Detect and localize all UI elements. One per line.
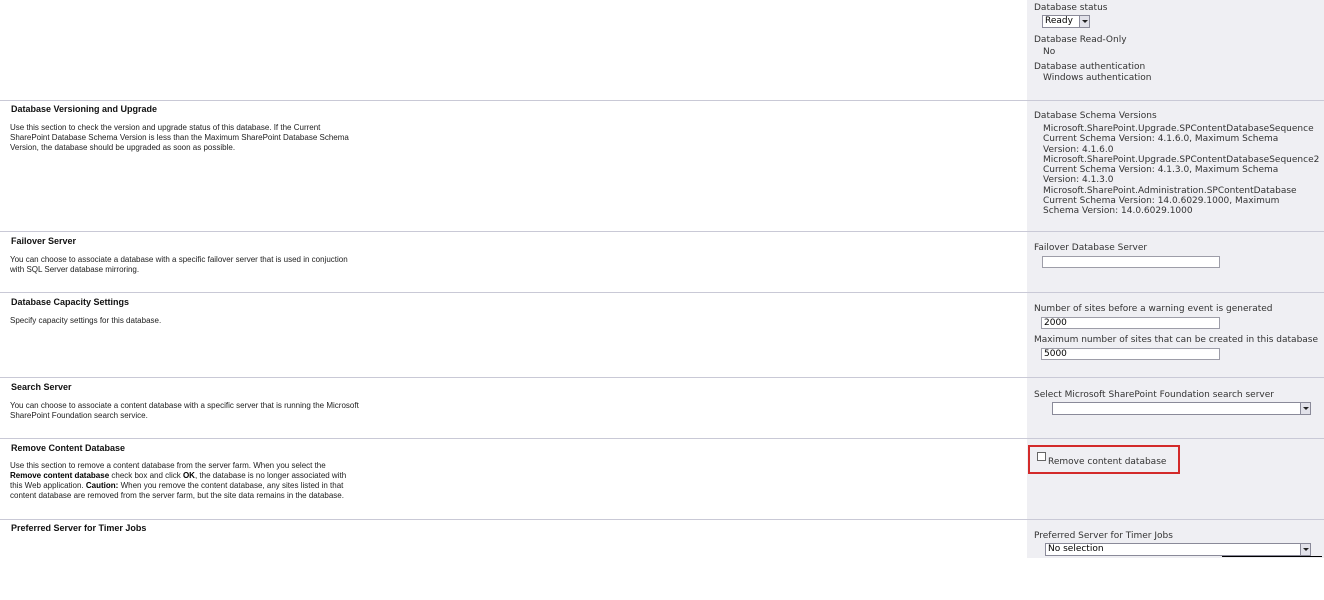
warning-sites-input[interactable]: 2000	[1041, 317, 1220, 329]
capacity-section-title: Database Capacity Settings	[11, 297, 130, 307]
remove-section-title: Remove Content Database	[11, 443, 126, 453]
timer-section-title: Preferred Server for Timer Jobs	[11, 523, 147, 533]
description-line: You can choose to associate a content da…	[10, 401, 359, 410]
description-line: Remove content database check box and cl…	[10, 471, 346, 481]
failover-server-label: Failover Database Server	[1034, 243, 1148, 253]
max-sites-label: Maximum number of sites that can be crea…	[1034, 335, 1319, 345]
timer-server-value: No selection	[1048, 544, 1104, 554]
database-status-value: Ready	[1045, 16, 1073, 26]
settings-right-column	[1027, 0, 1324, 558]
database-auth-value: Windows authentication	[1043, 73, 1152, 83]
remove-content-database-checkbox[interactable]	[1037, 452, 1046, 461]
schema-line: Version: 4.1.3.0	[1043, 175, 1114, 186]
chevron-down-icon	[1300, 544, 1310, 555]
schema-line: Version: 4.1.6.0	[1043, 144, 1114, 155]
search-server-label: Select Microsoft SharePoint Foundation s…	[1034, 390, 1274, 400]
bold-term: OK	[182, 471, 195, 480]
description-line: Use this section to remove a content dat…	[10, 461, 326, 470]
search-server-select[interactable]	[1052, 402, 1311, 415]
section-divider	[0, 231, 1324, 232]
schema-line: Microsoft.SharePoint.Administration.SPCo…	[1043, 185, 1297, 196]
caution-label: Caution:	[85, 481, 119, 490]
section-divider	[0, 292, 1324, 293]
description-text: , the database is no longer associated w…	[194, 471, 347, 480]
bold-term: Remove content database	[10, 471, 110, 480]
schema-line: Microsoft.SharePoint.Upgrade.SPContentDa…	[1043, 154, 1320, 165]
max-sites-input[interactable]: 5000	[1041, 348, 1220, 360]
description-line: You can choose to associate a database w…	[10, 255, 348, 264]
description-line: SharePoint Foundation search service.	[10, 411, 148, 420]
database-status-label: Database status	[1034, 3, 1108, 13]
remove-section-description: Use this section to remove a content dat…	[10, 461, 346, 501]
search-section-title: Search Server	[11, 382, 72, 392]
description-line: Specify capacity settings for this datab…	[10, 316, 162, 325]
capacity-section-description: Specify capacity settings for this datab…	[10, 316, 161, 326]
schema-line: Microsoft.SharePoint.Upgrade.SPContentDa…	[1043, 124, 1314, 134]
description-text: this Web application.	[10, 481, 86, 490]
warning-sites-label: Number of sites before a warning event i…	[1034, 304, 1273, 314]
chevron-down-icon	[1079, 16, 1089, 27]
description-line: Use this section to check the version an…	[10, 123, 321, 132]
timer-server-select[interactable]: No selection	[1045, 543, 1311, 556]
section-divider	[0, 438, 1324, 439]
page-bottom-rule	[1222, 556, 1322, 557]
versioning-section-description: Use this section to check the version an…	[10, 123, 349, 153]
versioning-section-title: Database Versioning and Upgrade	[11, 104, 158, 114]
schema-line: Current Schema Version: 14.0.6029.1000, …	[1043, 196, 1280, 207]
description-text: check box and click	[109, 471, 183, 480]
description-line: with SQL Server database mirroring.	[10, 265, 140, 274]
description-line: SharePoint Database Schema Version is le…	[10, 133, 349, 142]
description-line: Version, the database should be upgraded…	[10, 143, 236, 152]
schema-line: Schema Version: 14.0.6029.1000	[1043, 206, 1193, 217]
failover-section-title: Failover Server	[11, 236, 77, 246]
search-section-description: You can choose to associate a content da…	[10, 401, 359, 421]
failover-section-description: You can choose to associate a database w…	[10, 255, 348, 275]
database-readonly-label: Database Read-Only	[1034, 35, 1127, 45]
section-divider	[0, 519, 1324, 520]
section-divider	[0, 377, 1324, 378]
database-auth-label: Database authentication	[1034, 62, 1146, 72]
timer-server-label: Preferred Server for Timer Jobs	[1034, 531, 1173, 541]
description-line: this Web application. Caution: When you …	[10, 481, 346, 491]
chevron-down-icon	[1300, 403, 1310, 414]
schema-line: Current Schema Version: 4.1.6.0, Maximum…	[1043, 134, 1279, 145]
remove-content-database-label[interactable]: Remove content database	[1048, 457, 1166, 467]
section-divider	[0, 100, 1324, 101]
schema-versions-label: Database Schema Versions	[1034, 111, 1157, 121]
database-readonly-value: No	[1043, 47, 1056, 57]
description-line: content database are removed from the se…	[10, 491, 344, 500]
description-text: When you remove the content database, an…	[118, 481, 344, 490]
failover-server-input[interactable]	[1042, 256, 1220, 268]
schema-versions-list: Microsoft.SharePoint.Upgrade.SPContentDa…	[1043, 124, 1323, 217]
database-status-select[interactable]: Ready	[1042, 15, 1090, 28]
database-settings-page: Database status Ready Database Read-Only…	[0, 0, 1324, 558]
schema-line: Current Schema Version: 4.1.3.0, Maximum…	[1043, 165, 1279, 176]
